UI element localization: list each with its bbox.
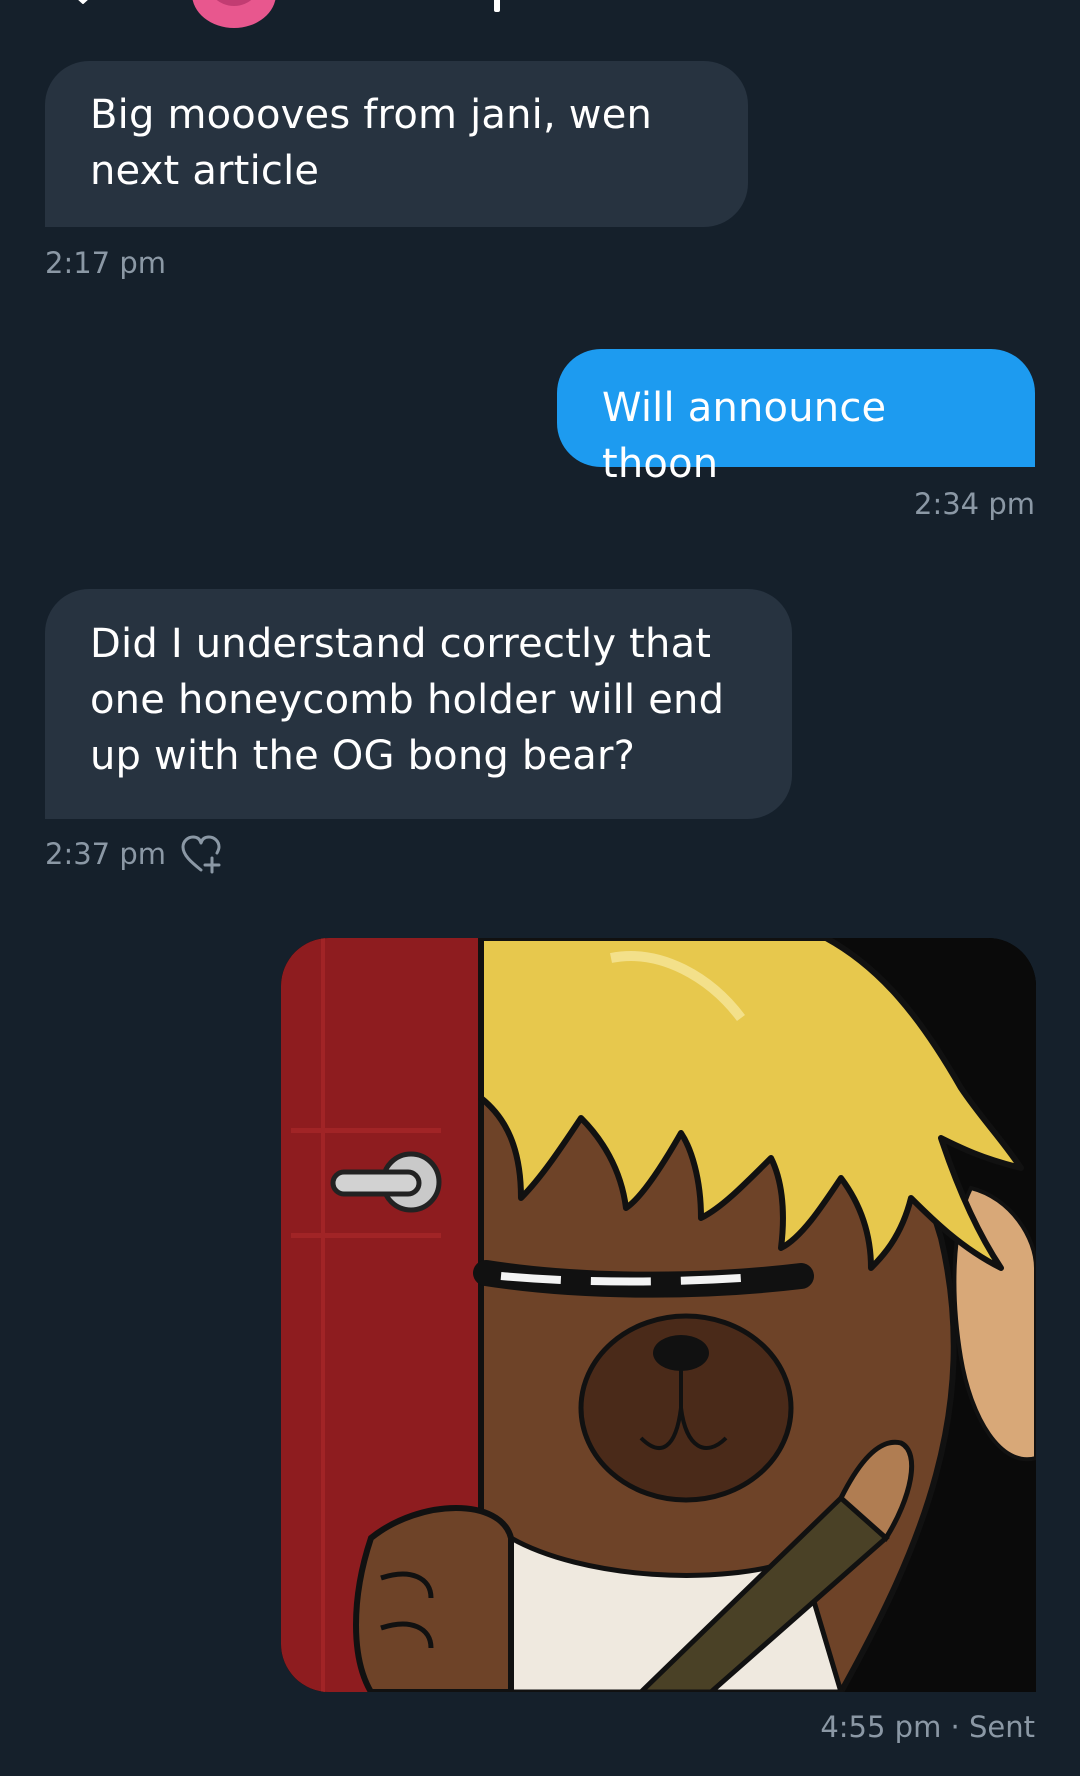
status-separator: ·	[941, 1710, 969, 1744]
message-timestamp: 4:55 pm	[820, 1710, 942, 1744]
message-bubble-outgoing[interactable]: Will announce thoon	[557, 349, 1035, 487]
heart-plus-icon[interactable]	[179, 834, 225, 874]
message-bubble-incoming[interactable]: Did I understand correctly that one hone…	[45, 589, 792, 819]
back-arrow-icon[interactable]	[70, 0, 96, 4]
message-timestamp: 2:34 pm	[914, 487, 1035, 521]
message-timestamp: 2:17 pm	[45, 246, 166, 280]
image-message[interactable]	[281, 938, 1036, 1692]
bear-with-door-illustration	[281, 938, 1036, 1692]
sent-status: Sent	[968, 1710, 1035, 1744]
conversation-title	[494, 0, 500, 12]
message-bubble-incoming[interactable]: Big moooves from jani, wen next article	[45, 61, 748, 227]
info-icon[interactable]	[962, 0, 1012, 8]
avatar[interactable]	[192, 0, 276, 28]
conversation-header	[0, 0, 1080, 40]
message-timestamp: 2:37 pm	[45, 837, 166, 871]
message-status: 4:55 pm · Sent	[820, 1709, 1035, 1745]
